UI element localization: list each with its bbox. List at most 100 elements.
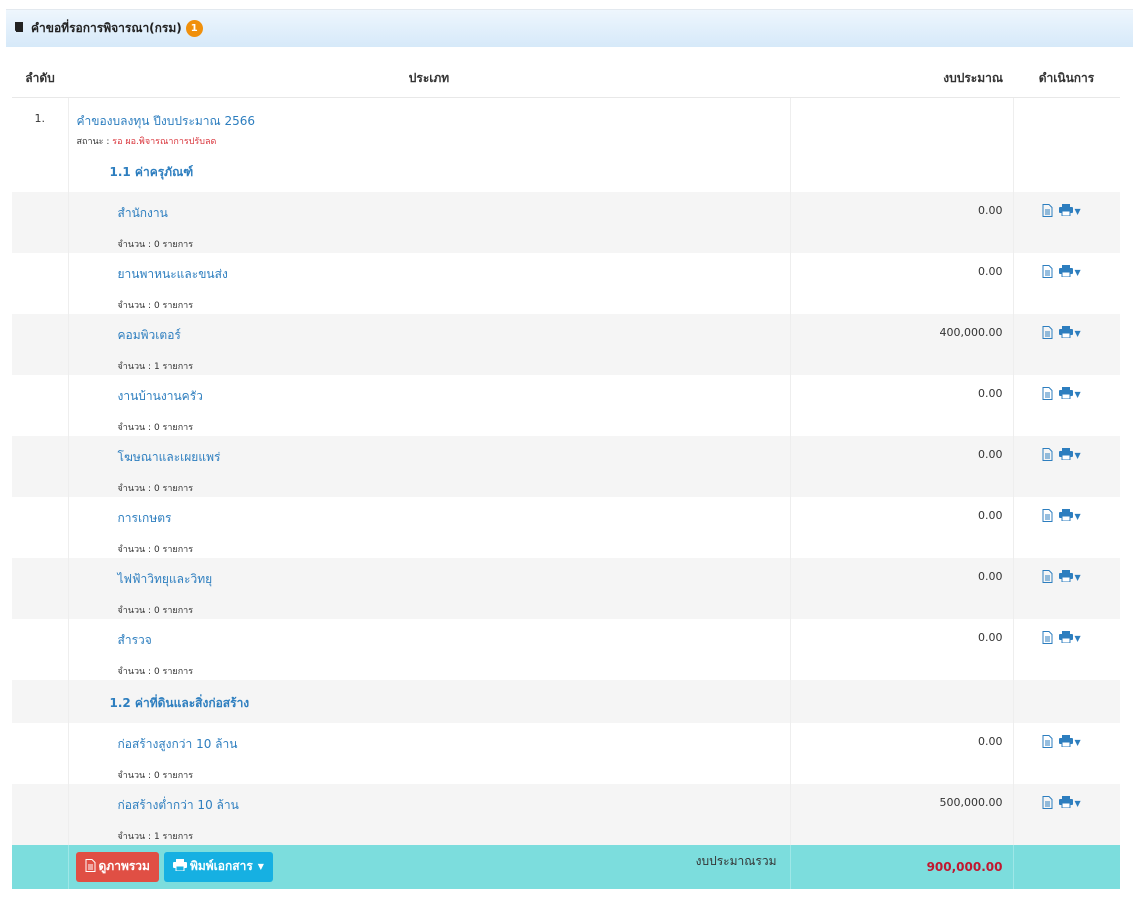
chevron-down-icon: ▼ (257, 862, 264, 871)
header-type: ประเภท (68, 61, 790, 98)
item-actions: ▼ (1012, 191, 1120, 253)
item-actions: ▼ (1012, 618, 1120, 680)
panel-title: คำขอที่รอการพิจารณา(กรม) (31, 21, 182, 35)
print-icon[interactable] (1058, 735, 1073, 750)
item-name-link[interactable]: ก่อสร้างสูงกว่า 10 ล้าน (118, 735, 789, 754)
group-row: 1.2 ค่าที่ดินและสิ่งก่อสร้าง (12, 679, 1120, 723)
print-icon[interactable] (1058, 631, 1073, 646)
project-no: 1. (34, 111, 46, 125)
item-name-link[interactable]: คอมพิวเตอร์ (118, 326, 789, 345)
print-icon[interactable] (1058, 509, 1073, 524)
item-count: จำนวน : 0 รายการ (117, 300, 194, 311)
project-status: สถานะ : รอ ผอ.พิจารณาการปรับลด (77, 134, 789, 148)
overview-button[interactable]: ดูภาพรวม (75, 851, 159, 882)
item-count: จำนวน : 0 รายการ (117, 666, 194, 677)
item-actions: ▼ (1012, 252, 1120, 314)
print-icon[interactable] (1058, 204, 1073, 219)
item-amount: 0.00 (789, 722, 1013, 784)
project-row: 1. คำของบลงทุน ปีงบประมาณ 2566 สถานะ : ร… (12, 97, 1120, 149)
item-count: จำนวน : 0 รายการ (117, 422, 194, 433)
item-amount: 0.00 (789, 435, 1013, 497)
print-documents-button[interactable]: พิมพ์เอกสาร ▼ (163, 851, 273, 882)
document-icon (85, 858, 96, 875)
item-name-link[interactable]: ก่อสร้างต่ำกว่า 10 ล้าน (118, 796, 789, 815)
item-amount: 0.00 (789, 374, 1013, 436)
item-name-link[interactable]: สำนักงาน (118, 204, 789, 223)
item-actions: ▼ (1012, 557, 1120, 619)
group-name: 1.1 ค่าครุภัณฑ์ (67, 148, 790, 192)
item-name-link[interactable]: การเกษตร (118, 509, 789, 528)
chevron-down-icon[interactable]: ▼ (1075, 329, 1081, 338)
project-title-link[interactable]: คำของบลงทุน ปีงบประมาณ 2566 (77, 112, 789, 131)
print-button-label: พิมพ์เอกสาร (189, 859, 253, 873)
print-icon[interactable] (1058, 448, 1073, 463)
document-icon[interactable] (1042, 734, 1053, 751)
document-icon[interactable] (1042, 386, 1053, 403)
item-actions: ▼ (1012, 496, 1120, 558)
print-icon[interactable] (1058, 265, 1073, 280)
item-actions: ▼ (1012, 722, 1120, 784)
item-count: จำนวน : 1 รายการ (117, 831, 194, 842)
document-icon[interactable] (1042, 630, 1053, 647)
item-row: งานบ้านงานครัวจำนวน : 0 รายการ 0.00 ▼ (12, 374, 1120, 436)
document-icon[interactable] (1042, 447, 1053, 464)
document-icon[interactable] (1042, 264, 1053, 281)
item-count: จำนวน : 0 รายการ (117, 239, 194, 250)
group-name: 1.2 ค่าที่ดินและสิ่งก่อสร้าง (67, 679, 790, 723)
item-amount: 400,000.00 (789, 313, 1013, 375)
footer-row: ดูภาพรวม พิมพ์เอกสาร ▼ งบประมาณรวม 900,000.0… (12, 844, 1120, 889)
total-label: งบประมาณรวม (695, 853, 777, 868)
item-amount: 0.00 (789, 557, 1013, 619)
item-amount: 0.00 (789, 618, 1013, 680)
chevron-down-icon[interactable]: ▼ (1075, 634, 1081, 643)
total-value: 900,000.00 (789, 844, 1013, 889)
chevron-down-icon[interactable]: ▼ (1075, 451, 1081, 460)
item-amount: 0.00 (789, 496, 1013, 558)
item-row: การเกษตรจำนวน : 0 รายการ 0.00 ▼ (12, 496, 1120, 558)
chevron-down-icon[interactable]: ▼ (1075, 268, 1081, 277)
status-value: รอ ผอ.พิจารณาการปรับลด (112, 136, 217, 147)
item-amount: 500,000.00 (789, 783, 1013, 845)
chevron-down-icon[interactable]: ▼ (1075, 390, 1081, 399)
document-icon[interactable] (1042, 508, 1053, 525)
item-name-link[interactable]: โฆษณาและเผยแพร่ (118, 448, 789, 467)
header-budget: งบประมาณ (790, 61, 1013, 98)
item-amount: 0.00 (789, 252, 1013, 314)
print-icon[interactable] (1058, 326, 1073, 341)
document-icon[interactable] (1042, 203, 1053, 220)
chevron-down-icon[interactable]: ▼ (1075, 799, 1081, 808)
status-label: สถานะ : (76, 136, 113, 147)
item-name-link[interactable]: ยานพาหนะและขนส่ง (118, 265, 789, 284)
item-amount: 0.00 (789, 191, 1013, 253)
item-name-link[interactable]: งานบ้านงานครัว (118, 387, 789, 406)
panel-header: คำขอที่รอการพิจารณา(กรม) 1 (6, 9, 1133, 47)
chevron-down-icon[interactable]: ▼ (1075, 738, 1081, 747)
count-badge: 1 (185, 20, 203, 37)
print-icon[interactable] (1058, 570, 1073, 585)
table-header-row: ลำดับ ประเภท งบประมาณ ดำเนินการ (12, 61, 1120, 98)
chevron-down-icon[interactable]: ▼ (1075, 207, 1081, 216)
item-name-link[interactable]: สำรวจ (118, 631, 789, 650)
chevron-down-icon[interactable]: ▼ (1075, 573, 1081, 582)
item-row: ก่อสร้างต่ำกว่า 10 ล้านจำนวน : 1 รายการ 5… (12, 783, 1120, 845)
document-icon[interactable] (1042, 569, 1053, 586)
pending-requests-panel: คำขอที่รอการพิจารณา(กรม) 1 (6, 9, 1133, 47)
item-name-link[interactable]: ไฟฟ้าวิทยุและวิทยุ (118, 570, 789, 589)
group-row: 1.1 ค่าครุภัณฑ์ (12, 148, 1120, 192)
item-count: จำนวน : 0 รายการ (117, 770, 194, 781)
item-row: โฆษณาและเผยแพร่ จำนวน : 0 รายการ 0.00 ▼ (12, 435, 1120, 497)
item-count: จำนวน : 0 รายการ (117, 544, 194, 555)
header-action: ดำเนินการ (1013, 61, 1120, 98)
chevron-down-icon[interactable]: ▼ (1075, 512, 1081, 521)
item-row: คอมพิวเตอร์จำนวน : 1 รายการ 400,000.00 ▼ (12, 313, 1120, 375)
item-row: สำรวจจำนวน : 0 รายการ 0.00 ▼ (12, 618, 1120, 680)
item-count: จำนวน : 0 รายการ (117, 605, 194, 616)
print-icon[interactable] (1058, 387, 1073, 402)
item-row: ยานพาหนะและขนส่งจำนวน : 0 รายการ 0.00 ▼ (12, 252, 1120, 314)
document-icon[interactable] (1042, 795, 1053, 812)
item-row: ก่อสร้างสูงกว่า 10 ล้านจำนวน : 0 รายการ 0… (12, 722, 1120, 784)
document-icon[interactable] (1042, 325, 1053, 342)
print-icon[interactable] (1058, 796, 1073, 811)
overview-button-label: ดูภาพรวม (98, 859, 150, 873)
item-count: จำนวน : 1 รายการ (117, 361, 194, 372)
